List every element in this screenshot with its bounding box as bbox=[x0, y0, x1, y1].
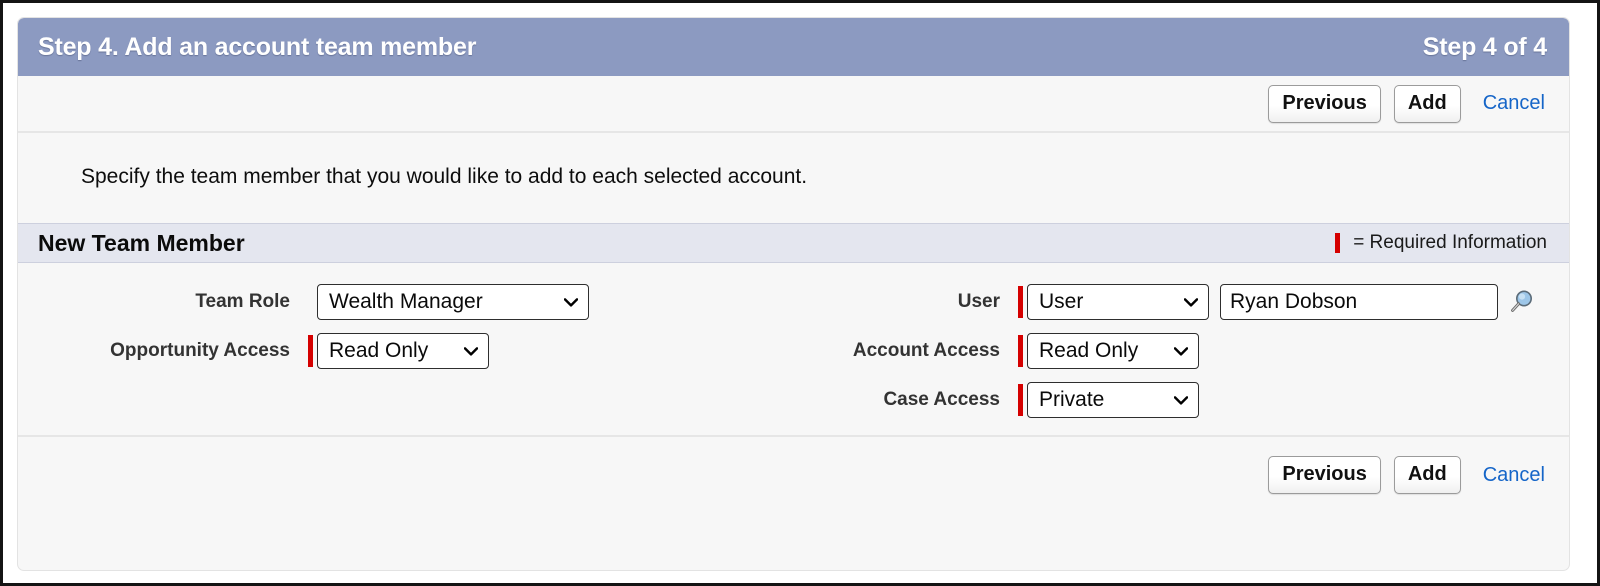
page-header: Step 4. Add an account team member Step … bbox=[18, 18, 1569, 76]
opportunity-access-required-marker bbox=[308, 334, 313, 367]
opportunity-access-value: Read Only bbox=[329, 338, 429, 362]
field-user: User User bbox=[718, 277, 1568, 326]
field-account-access: Account Access Read Only bbox=[718, 326, 1568, 375]
new-team-member-form: Team Role Wealth Manager Opportunity Acc… bbox=[18, 263, 1569, 435]
user-name-input[interactable] bbox=[1220, 283, 1498, 320]
section-title: New Team Member bbox=[38, 229, 245, 256]
case-access-control: Private bbox=[1018, 381, 1199, 418]
user-control: User bbox=[1018, 283, 1535, 320]
user-type-value: User bbox=[1039, 289, 1084, 313]
case-access-value: Private bbox=[1039, 387, 1105, 411]
wizard-page: Step 4. Add an account team member Step … bbox=[17, 17, 1570, 571]
add-button-bottom[interactable]: Add bbox=[1393, 456, 1461, 494]
chevron-down-icon bbox=[1174, 395, 1188, 405]
field-case-access: Case Access Private bbox=[718, 375, 1568, 424]
user-type-select[interactable]: User bbox=[1027, 283, 1209, 320]
previous-button-bottom[interactable]: Previous bbox=[1268, 456, 1381, 494]
account-access-required-marker bbox=[1018, 334, 1023, 367]
account-access-control: Read Only bbox=[1018, 332, 1199, 369]
team-role-label: Team Role bbox=[195, 290, 290, 312]
form-column-right: User User Ryan Dobson Account Access Rea… bbox=[718, 277, 1568, 424]
top-toolbar: Previous Add Cancel bbox=[18, 76, 1569, 133]
cancel-link-bottom[interactable]: Cancel bbox=[1483, 464, 1545, 487]
form-column-left: Team Role Wealth Manager Opportunity Acc… bbox=[18, 277, 658, 375]
add-button-top[interactable]: Add bbox=[1393, 84, 1461, 123]
cancel-link-top[interactable]: Cancel bbox=[1483, 92, 1545, 115]
previous-button-top[interactable]: Previous bbox=[1268, 84, 1381, 123]
required-information-legend: = Required Information bbox=[1335, 232, 1547, 254]
team-role-value: Wealth Manager bbox=[329, 289, 483, 313]
magnifying-glass-lookup-icon[interactable] bbox=[1509, 289, 1535, 315]
case-access-select[interactable]: Private bbox=[1027, 381, 1199, 418]
opportunity-access-label: Opportunity Access bbox=[110, 339, 290, 361]
field-team-role: Team Role Wealth Manager bbox=[18, 277, 658, 326]
section-header: New Team Member = Required Information bbox=[18, 223, 1569, 263]
opportunity-access-control: Read Only bbox=[308, 332, 489, 369]
opportunity-access-select[interactable]: Read Only bbox=[317, 332, 489, 369]
chevron-down-icon bbox=[1184, 297, 1198, 307]
account-access-select[interactable]: Read Only bbox=[1027, 332, 1199, 369]
case-access-label: Case Access bbox=[883, 388, 1000, 410]
user-label: User bbox=[957, 290, 1000, 312]
account-access-value: Read Only bbox=[1039, 338, 1139, 362]
account-access-label: Account Access bbox=[852, 339, 1000, 361]
team-role-control: Wealth Manager bbox=[308, 283, 589, 320]
instruction-text: Specify the team member that you would l… bbox=[18, 133, 1569, 223]
required-marker-icon bbox=[1335, 233, 1341, 253]
team-role-select[interactable]: Wealth Manager bbox=[317, 283, 589, 320]
chevron-down-icon bbox=[464, 346, 478, 356]
step-counter: Step 4 of 4 bbox=[1422, 32, 1547, 61]
field-opportunity-access: Opportunity Access Read Only bbox=[18, 326, 658, 375]
chevron-down-icon bbox=[564, 297, 578, 307]
case-access-required-marker bbox=[1018, 383, 1023, 416]
bottom-toolbar: Previous Add Cancel bbox=[18, 435, 1569, 513]
page-title: Step 4. Add an account team member bbox=[38, 32, 477, 61]
screenshot-root: Step 4. Add an account team member Step … bbox=[0, 0, 1600, 586]
chevron-down-icon bbox=[1174, 346, 1188, 356]
required-legend-label: = Required Information bbox=[1353, 232, 1547, 253]
user-required-marker bbox=[1018, 285, 1023, 318]
